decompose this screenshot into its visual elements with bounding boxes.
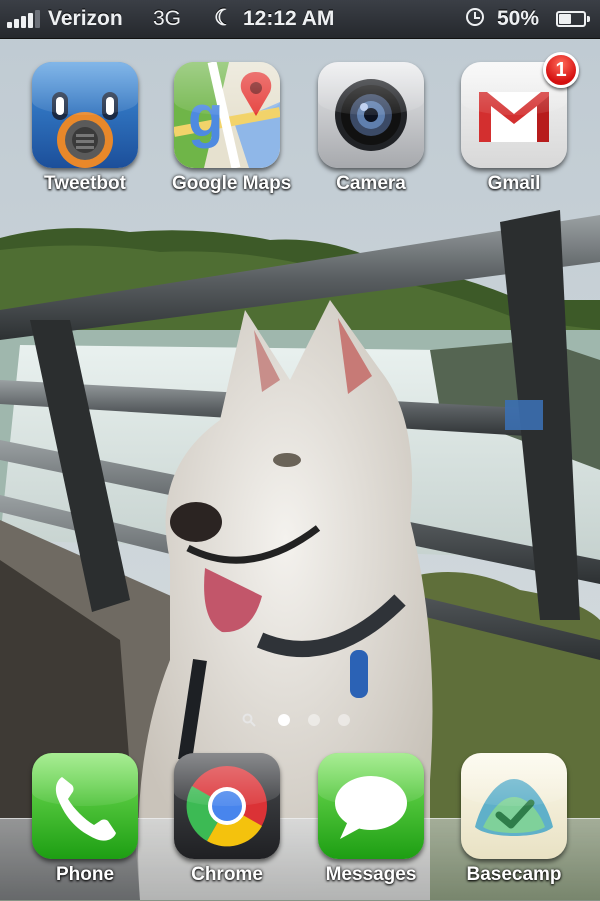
app-camera[interactable]: Camera: [316, 62, 426, 195]
app-label: Tweetbot: [44, 173, 126, 194]
app-label: Camera: [336, 173, 406, 194]
status-bar: Verizon 3G ☾ 12:12 AM 50%: [0, 0, 600, 39]
app-label: Gmail: [487, 173, 541, 194]
spotlight-search-icon[interactable]: [242, 713, 256, 732]
gmail-icon: 1: [461, 52, 579, 168]
app-label: Basecamp: [466, 864, 562, 885]
messages-icon: [318, 753, 424, 859]
page-indicator[interactable]: [242, 713, 362, 729]
dock-app-phone[interactable]: Phone: [30, 753, 140, 886]
dock-app-messages[interactable]: Messages: [316, 753, 426, 886]
tweetbot-icon: [32, 62, 138, 168]
app-label: Messages: [325, 864, 417, 885]
dock-app-basecamp[interactable]: Basecamp: [459, 753, 569, 886]
notification-badge: 1: [543, 52, 579, 88]
network-type: 3G: [153, 7, 182, 30]
page-dot-active[interactable]: [278, 714, 290, 726]
app-tweetbot[interactable]: Tweetbot: [30, 62, 140, 195]
battery-percentage: 50%: [497, 7, 540, 30]
do-not-disturb-moon-icon: ☾: [214, 5, 234, 30]
alarm-clock-icon: [466, 8, 484, 26]
camera-icon: [318, 62, 424, 168]
carrier-name: Verizon: [48, 7, 123, 30]
chrome-icon: [174, 753, 280, 859]
app-gmail[interactable]: 1 Gmail: [459, 52, 579, 195]
page-dot[interactable]: [308, 714, 320, 726]
page-dot[interactable]: [338, 714, 350, 726]
app-label: Chrome: [191, 864, 263, 885]
status-time: 12:12 AM: [243, 7, 335, 30]
app-google-maps[interactable]: g Google Maps: [172, 62, 292, 195]
dock-app-chrome[interactable]: Chrome: [172, 753, 282, 886]
app-label: Google Maps: [172, 173, 292, 194]
signal-strength-icon: [7, 10, 43, 28]
app-label: Phone: [55, 864, 115, 885]
google-maps-icon: g: [174, 62, 280, 168]
battery-icon: [556, 11, 590, 27]
svg-text:g: g: [188, 84, 223, 149]
phone-icon: [32, 753, 138, 859]
basecamp-icon: [461, 753, 567, 859]
